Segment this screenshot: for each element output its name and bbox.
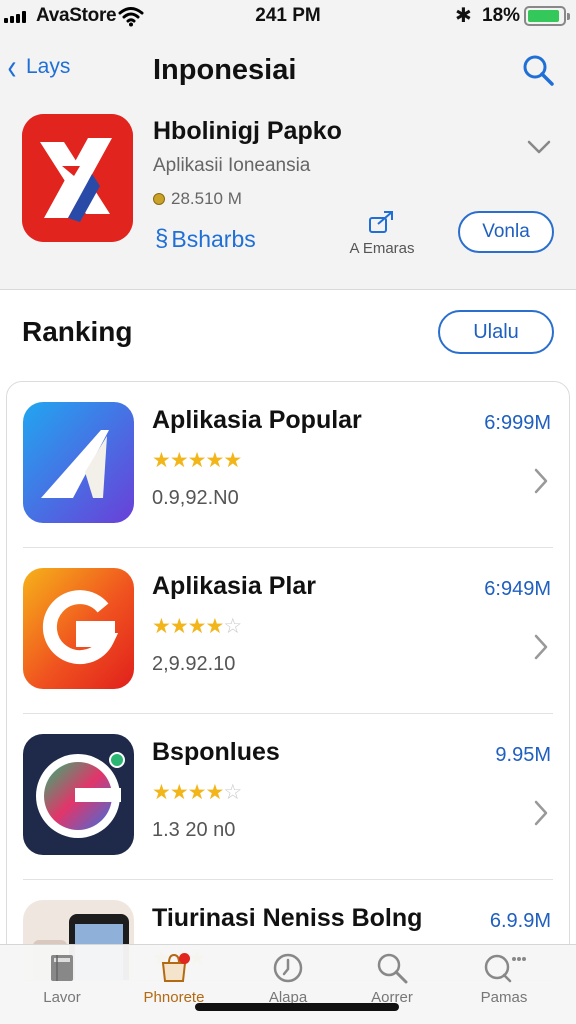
star-rating: ★★★★★ bbox=[152, 448, 242, 473]
star-icon: ☆ bbox=[223, 781, 242, 804]
coin-icon bbox=[153, 193, 165, 205]
battery-percent: 18% bbox=[482, 5, 521, 26]
star-icon: ★ bbox=[152, 781, 171, 804]
app-title: Aplikasia Popular bbox=[152, 406, 362, 434]
featured-link-label: Bsharbs bbox=[171, 225, 256, 252]
featured-link[interactable]: § Bsharbs bbox=[155, 225, 256, 253]
tab-pamas[interactable]: Pamas bbox=[456, 951, 552, 1021]
star-icon: ★ bbox=[152, 615, 171, 638]
app-size: 9.95M bbox=[495, 744, 551, 766]
see-all-button[interactable]: Ulalu bbox=[438, 310, 554, 354]
g-app-icon bbox=[23, 568, 134, 689]
share-button[interactable]: A Emaras bbox=[340, 210, 424, 257]
arrow-app-icon bbox=[23, 402, 134, 523]
tab-bar: Lavor Phnorete Alapa Aorrer Pamas bbox=[0, 944, 576, 1024]
featured-app-subtitle: Aplikasii Ioneansia bbox=[153, 155, 311, 176]
search-icon bbox=[377, 953, 408, 984]
star-icon: ★ bbox=[187, 449, 207, 472]
star-icon: ★ bbox=[169, 449, 189, 472]
tab-lavor[interactable]: Lavor bbox=[14, 951, 110, 1021]
star-icon: ★ bbox=[169, 781, 189, 804]
app-size: 6.9.9M bbox=[489, 910, 551, 932]
app-logo-icon[interactable] bbox=[22, 114, 133, 242]
star-icon: ★ bbox=[205, 781, 224, 804]
star-icon: ★ bbox=[223, 449, 242, 472]
back-button[interactable]: ‹ Lays bbox=[6, 46, 71, 87]
list-item[interactable]: Aplikasia Popular ★★★★★ 0.9,92.N0 6:999M bbox=[7, 382, 569, 548]
search-icon[interactable] bbox=[520, 52, 556, 88]
star-rating: ★★★★☆ bbox=[152, 780, 242, 805]
featured-app-title[interactable]: Hbolinigj Papko bbox=[153, 117, 342, 146]
share-label: A Emaras bbox=[349, 240, 415, 257]
page-title: Inponesiai bbox=[153, 54, 297, 86]
chevron-right-icon bbox=[534, 800, 548, 826]
section-heading-ranking: Ranking bbox=[22, 316, 133, 347]
chevron-left-icon: ‹ bbox=[7, 46, 17, 87]
ring-app-icon bbox=[23, 734, 134, 855]
tab-label: Pamas bbox=[480, 989, 528, 1006]
download-count: 0.9,92.N0 bbox=[152, 487, 239, 509]
status-bar: AvaStore 241 PM ✱ 18% bbox=[0, 0, 576, 34]
battery-fill bbox=[528, 10, 559, 22]
star-icon: ☆ bbox=[223, 615, 242, 638]
featured-downloads: 28.510 M bbox=[153, 189, 242, 209]
star-icon: ★ bbox=[205, 449, 224, 472]
clock-icon bbox=[273, 953, 303, 983]
get-button[interactable]: Vonla bbox=[458, 211, 554, 253]
app-list: Aplikasia Popular ★★★★★ 0.9,92.N0 6:999M bbox=[6, 381, 570, 981]
chevron-down-icon[interactable] bbox=[527, 140, 551, 154]
star-icon: ★ bbox=[187, 615, 207, 638]
app-header: AvaStore 241 PM ✱ 18% ‹ Lays Inponesiai … bbox=[0, 0, 576, 290]
app-title: Bsponlues bbox=[152, 738, 280, 766]
bluetooth-icon: ✱ bbox=[455, 5, 472, 27]
star-icon: ★ bbox=[205, 615, 224, 638]
app-size: 6:949M bbox=[484, 578, 551, 600]
back-label: Lays bbox=[26, 55, 71, 78]
app-title: Tiurinasi Neniss Bolng bbox=[152, 904, 423, 932]
list-item[interactable]: Bsponlues ★★★★☆ 1.3 20 n0 9.95M bbox=[7, 714, 569, 880]
link-icon: § bbox=[155, 225, 169, 252]
book-icon bbox=[51, 955, 73, 981]
download-count: 1.3 20 n0 bbox=[152, 819, 236, 841]
more-icon bbox=[484, 954, 526, 983]
star-icon: ★ bbox=[152, 449, 171, 472]
downloads-count: 28.510 M bbox=[171, 189, 242, 208]
star-rating: ★★★★☆ bbox=[152, 614, 242, 639]
share-icon bbox=[369, 211, 393, 233]
app-title: Aplikasia Plar bbox=[152, 572, 316, 600]
chevron-right-icon bbox=[534, 468, 548, 494]
star-icon: ★ bbox=[187, 781, 207, 804]
app-size: 6:999M bbox=[484, 412, 551, 434]
download-count: 2,9.92.10 bbox=[152, 653, 236, 675]
notification-badge bbox=[179, 953, 190, 964]
battery-icon bbox=[524, 6, 570, 26]
star-icon: ★ bbox=[169, 615, 189, 638]
home-indicator bbox=[195, 1003, 399, 1011]
tab-label: Lavor bbox=[43, 989, 81, 1006]
list-item[interactable]: Aplikasia Plar ★★★★☆ 2,9.92.10 6:949M bbox=[7, 548, 569, 714]
chevron-right-icon bbox=[534, 634, 548, 660]
